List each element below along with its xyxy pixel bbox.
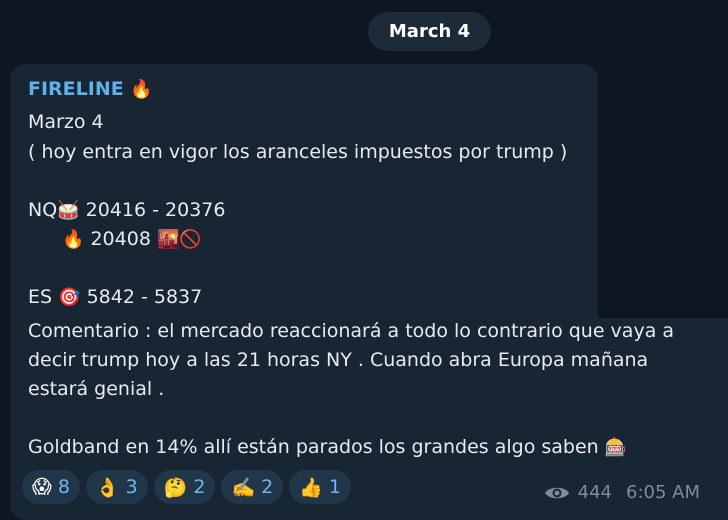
fire-icon: 🔥 bbox=[62, 229, 85, 250]
comment-line-1: Comentario : el mercado reaccionará a to… bbox=[28, 320, 675, 342]
message-line-note: ( hoy entra en vigor los aranceles impue… bbox=[28, 141, 568, 163]
nq-range: 20416 - 20376 bbox=[85, 199, 226, 221]
nq-line: NQ🥁 20416 - 20376 bbox=[28, 195, 225, 226]
sender-name[interactable]: FIRELINE 🔥 bbox=[28, 78, 153, 100]
view-count: 444 bbox=[577, 482, 612, 503]
reaction-writing[interactable]: ✍️ 2 bbox=[221, 470, 284, 504]
reaction-count: 3 bbox=[125, 476, 138, 498]
es-line: ES 🎯 5842 - 5837 bbox=[28, 282, 202, 313]
message-time: 6:05 AM bbox=[626, 482, 700, 503]
sender-label: FIRELINE bbox=[28, 78, 124, 100]
nq-label: NQ bbox=[28, 199, 58, 221]
reaction-thumbs-up[interactable]: 👍 1 bbox=[289, 470, 351, 504]
message-meta: 444 6:05 AM bbox=[544, 482, 700, 503]
date-separator[interactable]: March 4 bbox=[368, 12, 491, 51]
comment-line-2: decir trump hoy a las 21 horas NY . Cuan… bbox=[28, 349, 649, 371]
reaction-count: 2 bbox=[193, 476, 206, 498]
writing-hand-emoji-icon: ✍️ bbox=[231, 476, 256, 499]
comment-line-3: estará genial . bbox=[28, 378, 165, 400]
reaction-count: 8 bbox=[57, 476, 70, 498]
eye-icon bbox=[544, 487, 569, 498]
scream-emoji-icon: 😱 bbox=[32, 476, 52, 498]
nq-level-line: 🔥 20408 🌇🚫 bbox=[62, 224, 202, 255]
reaction-scream[interactable]: 😱 8 bbox=[22, 470, 80, 504]
reaction-count: 1 bbox=[328, 476, 341, 498]
fire-icon: 🔥 bbox=[130, 79, 153, 100]
goldband-text: Goldband en 14% allí están parados los g… bbox=[28, 436, 599, 458]
drum-icon: 🥁 bbox=[57, 200, 80, 221]
sunrise-icon: 🌇 bbox=[156, 229, 180, 250]
nq-level: 20408 bbox=[90, 228, 151, 250]
goldband-line: Goldband en 14% allí están parados los g… bbox=[28, 432, 627, 463]
ok-hand-emoji-icon: 👌 bbox=[95, 476, 120, 499]
thumbs-up-emoji-icon: 👍 bbox=[299, 476, 323, 499]
reactions-bar: 😱 8 👌 3 🤔 2 ✍️ 2 👍 1 bbox=[22, 470, 351, 504]
reaction-count: 2 bbox=[261, 476, 274, 498]
slot-machine-icon: 🎰 bbox=[604, 437, 628, 458]
reaction-thinking[interactable]: 🤔 2 bbox=[153, 470, 216, 504]
es-range: 5842 - 5837 bbox=[86, 286, 203, 308]
reaction-ok-hand[interactable]: 👌 3 bbox=[85, 470, 148, 504]
thinking-emoji-icon: 🤔 bbox=[163, 476, 188, 499]
es-label: ES bbox=[28, 286, 53, 308]
target-icon: 🎯 bbox=[58, 287, 81, 308]
prohibited-icon: 🚫 bbox=[179, 229, 202, 250]
message-line-date: Marzo 4 bbox=[28, 111, 104, 133]
